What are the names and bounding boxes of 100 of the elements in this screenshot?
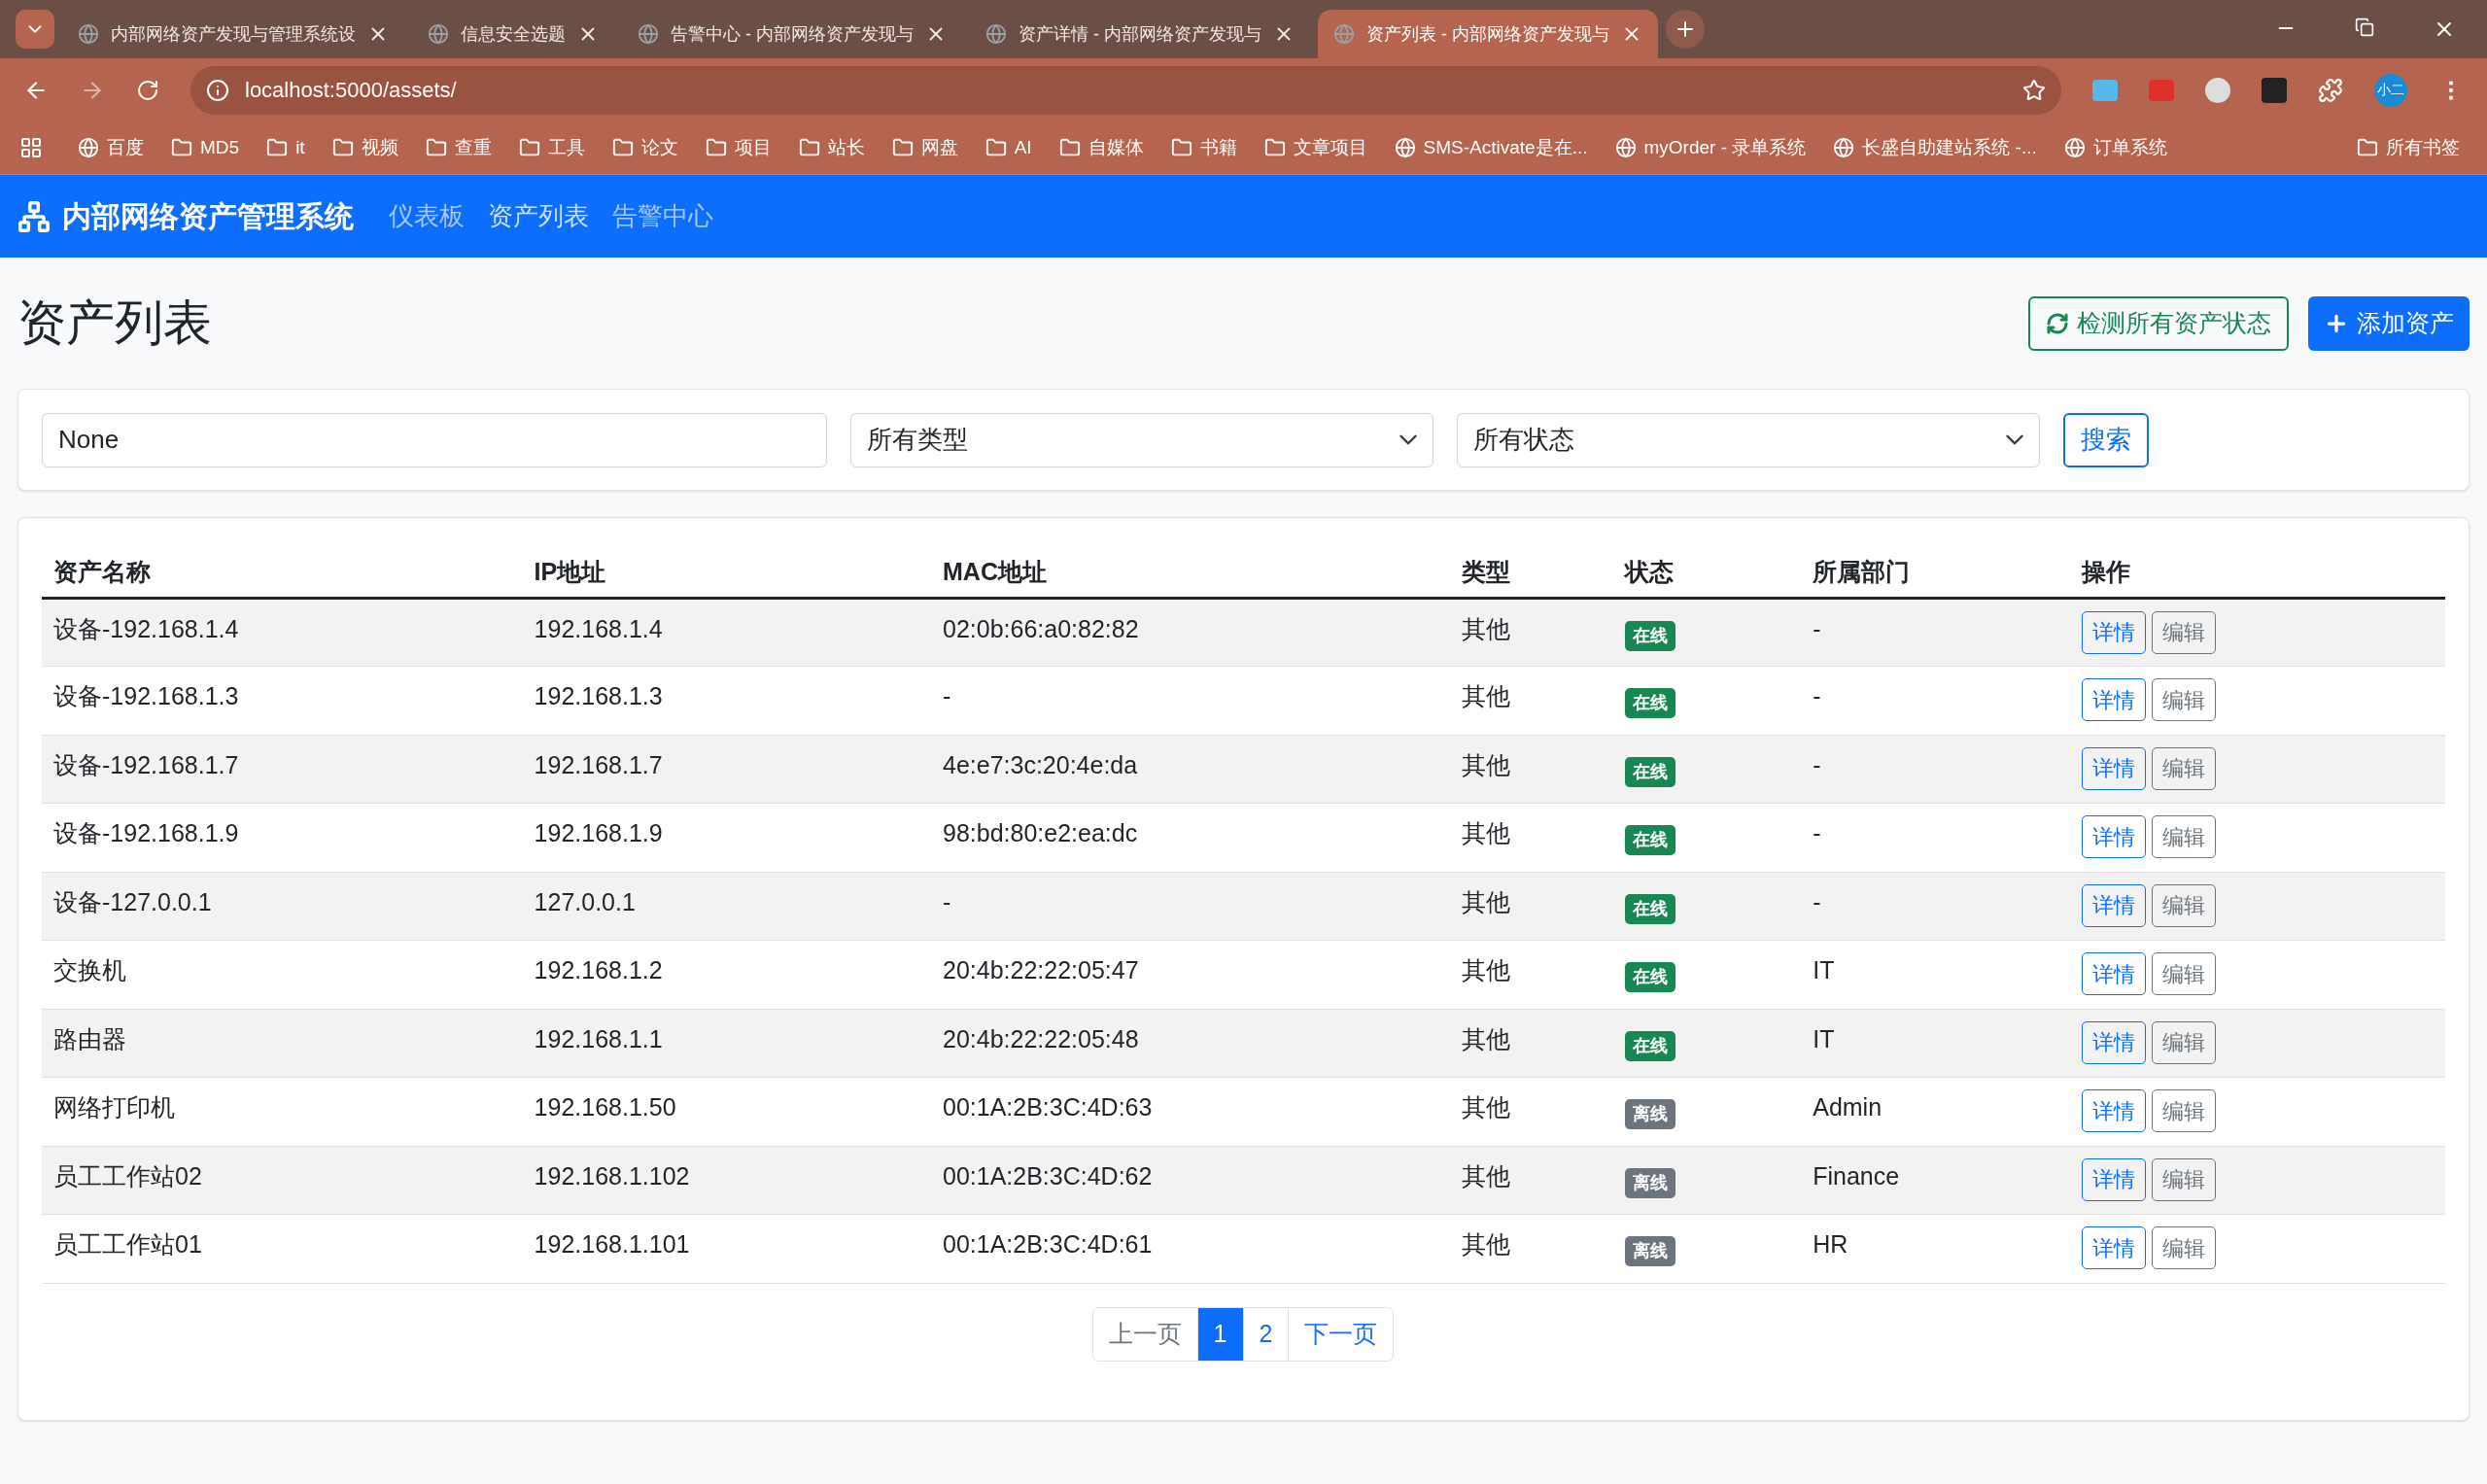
bookmark-item[interactable]: 长盛自助建站系统 -... <box>1825 128 2045 167</box>
detail-button[interactable]: 详情 <box>2082 1157 2147 1201</box>
table-cell: IT <box>1813 1024 1835 1053</box>
browser-tab[interactable]: 资产列表 - 内部网络资产发现与 <box>1318 10 1658 58</box>
extension-icon[interactable] <box>2262 77 2287 103</box>
table-cell: 路由器 <box>53 1024 126 1053</box>
edit-button[interactable]: 编辑 <box>2152 1157 2217 1201</box>
bookmark-item[interactable]: 百度 <box>70 128 152 167</box>
table-cell: 交换机 <box>53 956 126 984</box>
edit-button[interactable]: 编辑 <box>2152 1089 2217 1132</box>
edit-button[interactable]: 编辑 <box>2152 815 2217 858</box>
edit-button[interactable]: 编辑 <box>2152 678 2217 721</box>
column-header: 资产名称 <box>53 557 151 585</box>
extension-icon[interactable] <box>2205 77 2230 103</box>
tab-title: 告警中心 - 内部网络资产发现与 <box>671 22 914 46</box>
refresh-icon <box>2046 311 2069 335</box>
table-cell: 员工工作站02 <box>53 1161 202 1190</box>
browser-tab[interactable]: 告警中心 - 内部网络资产发现与 <box>622 10 962 58</box>
add-asset-button[interactable]: 添加资产 <box>2308 295 2470 351</box>
apps-icon[interactable] <box>19 136 43 159</box>
bookmark-item[interactable]: myOrder - 录单系统 <box>1606 128 1814 167</box>
star-icon[interactable] <box>2022 78 2046 102</box>
detail-button[interactable]: 详情 <box>2082 1089 2147 1132</box>
bookmark-item[interactable]: 工具 <box>510 128 593 167</box>
url-text: localhost:5000/assets/ <box>245 77 458 104</box>
status-select[interactable]: 所有状态 <box>1457 412 2040 467</box>
edit-button[interactable]: 编辑 <box>2152 952 2217 995</box>
table-cell: 其他 <box>1462 819 1511 846</box>
detail-button[interactable]: 详情 <box>2082 678 2147 721</box>
puzzle-icon[interactable] <box>2318 77 2343 103</box>
nav-link[interactable]: 资产列表 <box>488 197 589 235</box>
page-link[interactable]: 2 <box>1242 1306 1290 1362</box>
nav-link[interactable]: 仪表板 <box>389 197 465 235</box>
edit-button[interactable]: 编辑 <box>2152 746 2217 790</box>
folder-icon <box>1058 137 1081 158</box>
bookmark-item[interactable]: 视频 <box>324 128 406 167</box>
status-badge: 离线 <box>1625 1167 1676 1198</box>
edit-button[interactable]: 编辑 <box>2152 610 2217 654</box>
table-cell: 192.168.1.1 <box>534 1024 663 1053</box>
nav-link[interactable]: 告警中心 <box>612 197 713 235</box>
reload-icon[interactable] <box>136 78 159 102</box>
profile-avatar[interactable]: 小二 <box>2374 73 2407 107</box>
bookmark-item[interactable]: 网盘 <box>883 128 966 167</box>
detail-button[interactable]: 详情 <box>2082 952 2147 995</box>
detail-button[interactable]: 详情 <box>2082 1226 2147 1269</box>
column-header: IP地址 <box>534 557 606 585</box>
folder-icon <box>891 137 914 158</box>
bookmark-item[interactable]: 站长 <box>790 128 873 167</box>
bookmark-item[interactable]: it <box>259 128 313 167</box>
detail-button[interactable]: 详情 <box>2082 746 2147 790</box>
table-cell: 4e:e7:3c:20:4e:da <box>943 750 1138 778</box>
table-cell: 其他 <box>1462 750 1511 778</box>
bookmark-item[interactable]: 项目 <box>697 128 779 167</box>
table-cell: 192.168.1.2 <box>534 956 663 984</box>
table-cell: 20:4b:22:22:05:48 <box>943 1024 1139 1053</box>
browser-tab[interactable]: 内部网络资产发现与管理系统设 <box>62 10 404 58</box>
table-cell: 其他 <box>1462 614 1511 642</box>
bookmark-item[interactable]: 自媒体 <box>1051 128 1152 167</box>
bookmark-item[interactable]: 书籍 <box>1162 128 1245 167</box>
bookmark-item[interactable]: 所有书签 <box>2349 133 2468 162</box>
bookmark-item[interactable]: 文章项目 <box>1256 128 1375 167</box>
edit-button[interactable]: 编辑 <box>2152 1226 2217 1269</box>
tab-title: 资产详情 - 内部网络资产发现与 <box>1019 22 1261 46</box>
restore-icon[interactable] <box>2355 17 2374 37</box>
folder-icon <box>1263 137 1286 158</box>
address-bar[interactable]: localhost:5000/assets/ <box>190 65 2061 115</box>
bookmark-item[interactable]: 订单系统 <box>2055 128 2175 167</box>
bookmark-item[interactable]: SMS-Activate是在... <box>1386 128 1596 167</box>
folder-icon <box>1170 137 1192 158</box>
table-cell: 设备-127.0.0.1 <box>53 887 212 915</box>
detail-button[interactable]: 详情 <box>2082 883 2147 927</box>
tab-search-button[interactable] <box>16 10 54 49</box>
page-link[interactable]: 1 <box>1196 1306 1244 1362</box>
table-cell: 192.168.1.9 <box>534 819 663 846</box>
edit-button[interactable]: 编辑 <box>2152 1020 2217 1064</box>
status-badge: 离线 <box>1625 1236 1676 1266</box>
column-header: 所属部门 <box>1813 557 1911 585</box>
detail-button[interactable]: 详情 <box>2082 610 2147 654</box>
tab-title: 信息安全选题 <box>461 22 566 46</box>
check-status-button[interactable]: 检测所有资产状态 <box>2028 295 2289 351</box>
new-tab-button[interactable] <box>1666 10 1705 49</box>
bookmark-item[interactable]: AI <box>977 128 1040 167</box>
detail-button[interactable]: 详情 <box>2082 815 2147 858</box>
status-badge: 在线 <box>1625 962 1676 992</box>
detail-button[interactable]: 详情 <box>2082 1020 2147 1064</box>
edit-button[interactable]: 编辑 <box>2152 883 2217 927</box>
bookmark-item[interactable]: MD5 <box>163 128 248 167</box>
bookmark-item[interactable]: 查重 <box>417 128 500 167</box>
tab-title: 资产列表 - 内部网络资产发现与 <box>1366 22 1609 46</box>
browser-tab[interactable]: 信息安全选题 <box>412 10 614 58</box>
bookmark-item[interactable]: 论文 <box>604 128 686 167</box>
search-field[interactable]: None <box>42 412 827 467</box>
table-cell: 192.168.1.101 <box>534 1230 690 1258</box>
brand-title[interactable]: 内部网络资产管理系统 <box>62 194 354 238</box>
search-button[interactable]: 搜索 <box>2063 412 2149 467</box>
browser-tab[interactable]: 资产详情 - 内部网络资产发现与 <box>970 10 1310 58</box>
page-link[interactable]: 下一页 <box>1288 1306 1395 1362</box>
table-cell: IT <box>1813 956 1835 984</box>
type-select[interactable]: 所有类型 <box>850 412 1433 467</box>
table-cell: Admin <box>1813 1093 1883 1121</box>
